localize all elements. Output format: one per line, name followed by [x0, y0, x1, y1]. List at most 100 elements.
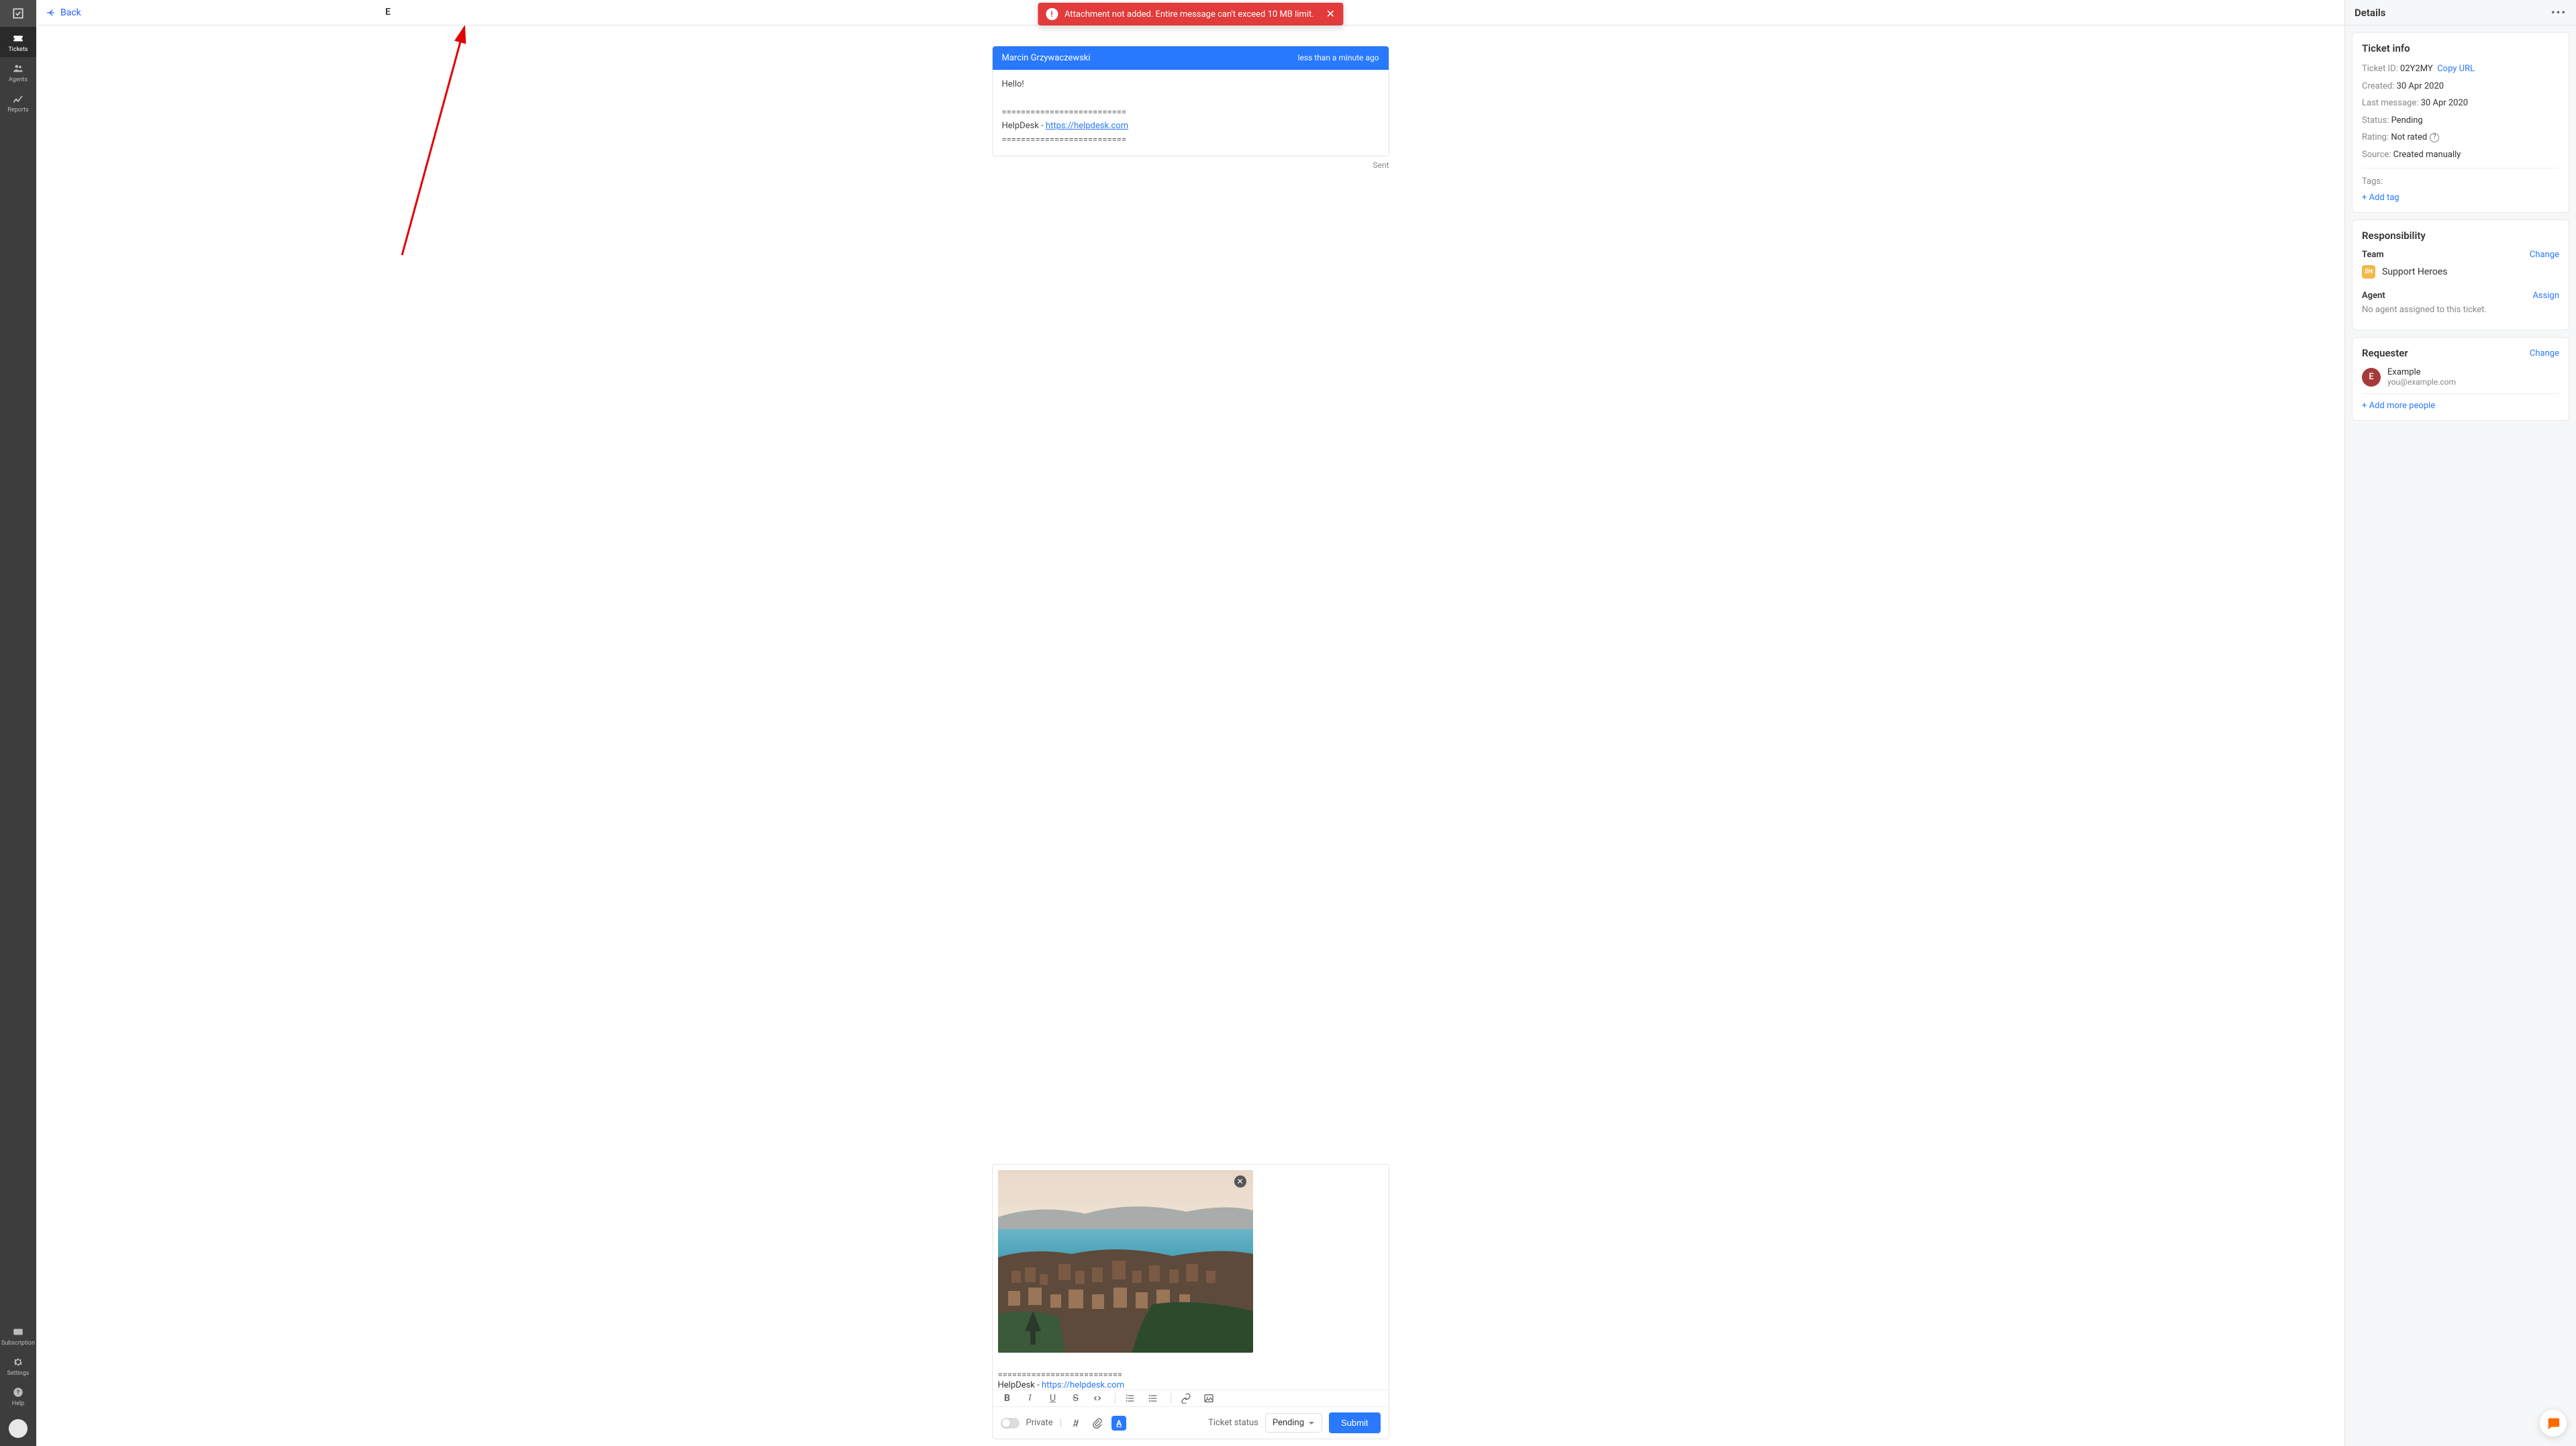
requester-heading: Requester: [2362, 347, 2408, 359]
message-time: less than a minute ago: [1298, 53, 1379, 63]
toast-message: Attachment not added. Entire message can…: [1064, 9, 1314, 19]
ticket-info-heading: Ticket info: [2362, 42, 2559, 54]
error-toast: ! Attachment not added. Entire message c…: [1038, 3, 1343, 26]
sidebar-label: Tickets: [8, 46, 28, 53]
sidebar-item-help[interactable]: ? Help: [12, 1381, 24, 1411]
private-toggle[interactable]: [1001, 1418, 1020, 1429]
requester-avatar: E: [2362, 368, 2381, 387]
message-status: Sent: [992, 160, 1389, 170]
requester-row: E Example you@example.com: [2362, 367, 2559, 387]
sidebar-item-settings[interactable]: Settings: [7, 1351, 30, 1381]
reply-composer: ✕ ========================== HelpDesk - …: [992, 1164, 1389, 1439]
more-actions-button[interactable]: •••: [2551, 6, 2567, 19]
requester-card: Requester Change E Example you@example.c…: [2352, 337, 2569, 421]
change-team-button[interactable]: Change: [2530, 250, 2559, 260]
details-title: Details: [2355, 7, 2385, 19]
message-greeting: Hello!: [1002, 78, 1379, 92]
attach-button[interactable]: [1090, 1416, 1105, 1431]
strike-button[interactable]: S: [1069, 1393, 1083, 1404]
assign-agent-button[interactable]: Assign: [2532, 291, 2559, 301]
gear-icon: [12, 1356, 24, 1368]
copy-url-button[interactable]: Copy URL: [2437, 64, 2475, 74]
submit-button[interactable]: Submit: [1329, 1412, 1380, 1433]
svg-text:?: ?: [17, 1390, 20, 1396]
rating-value: Not rated: [2391, 132, 2427, 142]
agents-icon: [12, 62, 24, 75]
sidebar-label: Subscription: [1, 1340, 35, 1347]
sidebar-item-reports[interactable]: Reports: [0, 87, 36, 117]
details-panel: Details ••• Ticket info Ticket ID: 02Y2M…: [2344, 0, 2576, 1446]
remove-attachment-button[interactable]: ✕: [1234, 1175, 1246, 1188]
tags-label: Tags:: [2362, 175, 2559, 189]
reports-icon: [12, 93, 24, 105]
responsibility-heading: Responsibility: [2362, 230, 2559, 242]
composer-content[interactable]: ✕ ========================== HelpDesk - …: [993, 1165, 1389, 1390]
composer-sig-link[interactable]: https://helpdesk.com: [1042, 1380, 1124, 1390]
requester-email: you@example.com: [2387, 377, 2456, 387]
sidebar-label: Reports: [7, 107, 28, 113]
source-value: Created manually: [2393, 150, 2461, 160]
attachment-thumbnail: ✕: [998, 1170, 1253, 1353]
agent-label: Agent: [2362, 291, 2385, 301]
no-agent-text: No agent assigned to this ticket.: [2362, 303, 2559, 317]
text-color-button[interactable]: A: [1111, 1416, 1126, 1431]
signature-link[interactable]: https://helpdesk.com: [1046, 121, 1128, 131]
message-separator: ==========================: [1002, 106, 1379, 120]
info-icon[interactable]: ?: [2430, 133, 2439, 142]
team-name: Support Heroes: [2382, 267, 2448, 277]
link-button[interactable]: [1181, 1393, 1194, 1404]
image-button[interactable]: [1203, 1393, 1217, 1404]
status-dropdown[interactable]: Pending: [1265, 1413, 1322, 1433]
private-label: Private: [1026, 1418, 1053, 1428]
composer-signature: HelpDesk - https://helpdesk.com: [998, 1380, 1383, 1390]
add-people-button[interactable]: + Add more people: [2362, 401, 2559, 411]
composer-separator: ==========================: [998, 1370, 1383, 1380]
formatting-toolbar: B I U S: [993, 1390, 1389, 1406]
chat-launcher[interactable]: [2540, 1410, 2567, 1437]
message-signature: HelpDesk - https://helpdesk.com: [1002, 119, 1379, 134]
status-value: Pending: [2391, 115, 2423, 126]
app-logo[interactable]: [0, 0, 36, 27]
bold-button[interactable]: B: [1001, 1393, 1014, 1404]
status-value: Pending: [1273, 1418, 1304, 1428]
toast-close-button[interactable]: ✕: [1326, 9, 1335, 19]
sidebar-item-tickets[interactable]: Tickets: [0, 27, 36, 57]
ticket-id: 02Y2MY: [2400, 64, 2433, 74]
team-chip: SH Support Heroes: [2362, 265, 2559, 279]
created-date: 30 Apr 2020: [2397, 81, 2444, 91]
ticket-info-card: Ticket info Ticket ID: 02Y2MY Copy URL C…: [2352, 32, 2569, 213]
subscription-icon: [12, 1326, 24, 1338]
code-button[interactable]: [1092, 1393, 1105, 1404]
chat-icon: [2546, 1416, 2561, 1431]
message-author: Marcin Grzywaczewski: [1002, 53, 1091, 63]
requester-name: Example: [2387, 367, 2456, 377]
ticket-status-label: Ticket status: [1208, 1418, 1258, 1428]
last-message-date: 30 Apr 2020: [2421, 98, 2468, 108]
message-card: Marcin Grzywaczewski less than a minute …: [992, 46, 1389, 156]
ticket-icon: [12, 32, 24, 44]
back-label: Back: [60, 7, 81, 18]
chevron-down-icon: [1308, 1420, 1315, 1427]
add-tag-button[interactable]: + Add tag: [2362, 193, 2559, 203]
italic-button[interactable]: I: [1024, 1393, 1037, 1404]
change-requester-button[interactable]: Change: [2530, 348, 2559, 358]
team-badge: SH: [2362, 265, 2375, 279]
sidebar-item-subscription[interactable]: Subscription: [1, 1320, 35, 1351]
sidebar-label: Settings: [7, 1370, 30, 1377]
message-separator: ==========================: [1002, 134, 1379, 148]
responsibility-card: Responsibility Team Change SH Support He…: [2352, 220, 2569, 331]
unordered-list-button[interactable]: [1148, 1393, 1161, 1404]
team-label: Team: [2362, 250, 2384, 260]
canned-response-button[interactable]: [1069, 1416, 1083, 1431]
sidebar-item-agents[interactable]: Agents: [0, 57, 36, 87]
sidebar-label: Help: [12, 1400, 24, 1407]
user-avatar[interactable]: [9, 1419, 28, 1438]
arrow-left-icon: [46, 7, 56, 18]
help-icon: ?: [12, 1386, 24, 1398]
ordered-list-button[interactable]: [1125, 1393, 1138, 1404]
sidebar: Tickets Agents Reports Subscription Sett…: [0, 0, 36, 1446]
underline-button[interactable]: U: [1046, 1393, 1060, 1404]
composer-bottom-bar: Private | A Ticket status Pending Submit: [993, 1406, 1389, 1439]
alert-icon: !: [1046, 8, 1058, 20]
sidebar-label: Agents: [9, 77, 28, 83]
